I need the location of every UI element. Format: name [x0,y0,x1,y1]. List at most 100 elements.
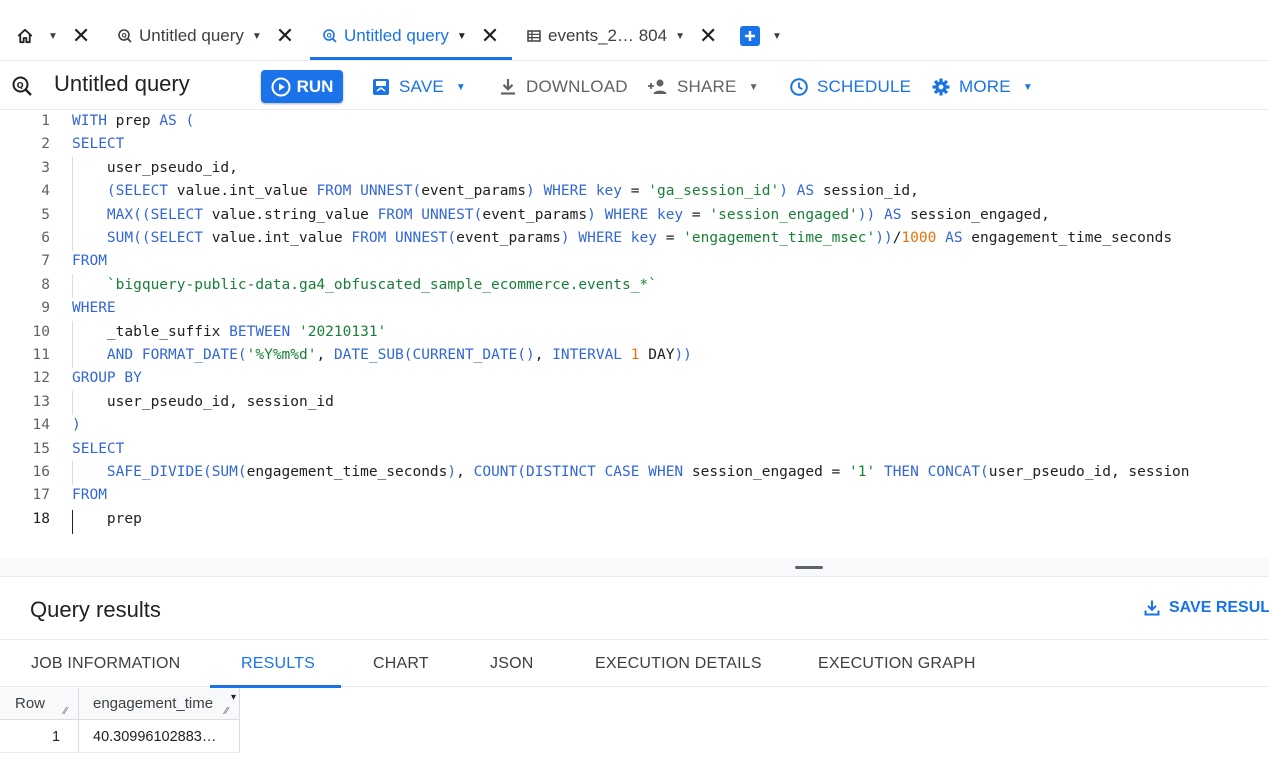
code-line[interactable]: 18 prep [0,508,1269,534]
tab-json[interactable]: JSON [490,655,533,673]
close-icon[interactable]: ✕ [481,25,499,47]
sort-menu-icon[interactable]: ▾ [231,692,236,703]
line-number: 9 [41,300,50,317]
code-token: key [630,230,657,246]
chevron-down-icon[interactable]: ▼ [675,31,685,42]
column-resize-icon[interactable]: ⁄⁄ [225,706,228,717]
code-line[interactable]: 13 user_pseudo_id, session_id [0,390,1269,415]
code-token: value.int_value [168,183,317,200]
line-number: 7 [41,253,50,270]
code-text: FROM [72,250,107,273]
code-token: 'engagement_time_msec' [683,230,876,246]
code-token: SELECT [150,206,203,223]
tab-job-information[interactable]: JOB INFORMATION [31,655,180,673]
gear-icon [932,78,950,96]
sql-editor[interactable]: 1 WITH prep AS (2 SELECT 3 user_pseudo_id, 4… [0,110,1269,558]
code-line[interactable]: 15 SELECT [0,438,1269,461]
code-token: DISTINCT [526,464,596,480]
code-text: prep [72,508,142,531]
add-icon [740,26,760,46]
code-token: `bigquery-public-data.ga4_obfuscated_sam… [106,276,657,293]
schedule-button[interactable]: SCHEDULE [789,71,911,103]
tab-untitled-query-2[interactable]: Q Untitled query ▼ ✕ [322,12,499,60]
tab-results[interactable]: RESULTS [241,655,315,673]
code-line[interactable]: 14) [0,414,1269,437]
code-token: CASE [604,464,640,480]
code-token: = [656,230,684,246]
code-token: MAX(( [106,206,151,223]
code-line[interactable]: 1 WITH prep AS ( [0,110,1269,133]
resize-handle[interactable] [795,566,823,569]
code-line[interactable]: 6 SUM((SELECT value.int_value FROM UNNES… [0,227,1269,251]
chevron-down-icon[interactable]: ▼ [48,31,58,42]
new-tab-button[interactable]: ▼ [740,12,782,60]
code-token: WHERE [578,230,623,246]
more-button[interactable]: MORE ▼ [931,71,1033,103]
code-line[interactable]: 4 (SELECT value.int_value FROM UNNEST(ev… [0,180,1269,205]
engagement-time-cell[interactable]: 40.30996102883… [93,724,216,750]
code-token: SELECT [72,440,125,457]
code-line[interactable]: 10 _table_suffix BETWEEN '20210131' [0,320,1269,345]
chevron-down-icon[interactable]: ▼ [772,31,782,42]
tab-label: Untitled query [344,26,449,45]
line-number: 2 [41,136,50,153]
tab-chart[interactable]: CHART [373,655,429,673]
close-icon[interactable]: ✕ [699,25,717,47]
code-token: key [656,206,684,223]
code-token: UNNEST( [360,183,422,200]
code-line[interactable]: 16 SAFE_DIVIDE(SUM(engagement_time_secon… [0,461,1269,485]
code-token: event_params [421,183,526,200]
chevron-down-icon[interactable]: ▼ [252,31,262,42]
code-token: )) [674,347,692,363]
code-text: WITH prep AS ( [72,110,194,133]
code-text: WHERE [72,297,116,320]
code-line[interactable]: 7 FROM [0,250,1269,273]
close-icon[interactable]: ✕ [72,25,90,47]
editor-bottom-strip [0,558,1269,576]
code-line[interactable]: 12 GROUP BY [0,367,1269,390]
save-button[interactable]: SAVE ▼ [371,71,466,103]
code-token: 1 [630,347,640,363]
tab-untitled-query-1[interactable]: Q Untitled query ▼ ✕ [117,12,294,60]
code-token: SAFE_DIVIDE( [106,464,212,480]
code-token: BETWEEN [229,323,291,340]
close-icon[interactable]: ✕ [276,25,294,47]
code-text: SELECT [72,438,124,461]
download-icon [1144,600,1160,616]
save-results-button[interactable]: SAVE RESULT [1143,599,1269,617]
line-number: 5 [41,206,50,223]
line-number: 1 [41,113,50,129]
share-button[interactable]: SHARE ▼ [647,71,759,103]
column-header-engagement-time[interactable]: engagement_time [93,688,213,720]
tab-execution-details[interactable]: EXECUTION DETAILS [595,655,762,673]
code-token: session_id, [814,183,919,200]
code-token: WHERE [543,183,588,200]
line-number: 4 [41,183,50,200]
code-line[interactable]: 9 WHERE [0,297,1269,320]
code-line[interactable]: 11 AND FORMAT_DATE('%Y%m%d', DATE_SUB(CU… [0,344,1269,368]
tab-execution-graph[interactable]: EXECUTION GRAPH [818,655,976,673]
run-button[interactable]: RUN [261,70,343,103]
code-line[interactable]: 3 user_pseudo_id, [0,156,1269,181]
code-token: WHERE [604,206,649,223]
home-tab[interactable]: ▼ ✕ [16,12,90,60]
code-token: )) [857,206,876,223]
code-line[interactable]: 2 SELECT [0,133,1269,156]
code-token: , [316,347,334,363]
chevron-down-icon[interactable]: ▼ [457,31,467,42]
column-resize-icon[interactable]: ⁄⁄ [64,706,67,717]
tab-events-table[interactable]: events_2… 804 ▼ ✕ [526,12,717,60]
line-number: 12 [32,370,50,387]
code-line[interactable]: 5 MAX((SELECT value.string_value FROM UN… [0,203,1269,228]
table-icon [527,30,541,42]
download-icon [501,79,515,95]
code-line[interactable]: 8 `bigquery-public-data.ga4_obfuscated_s… [0,273,1269,298]
code-token: CURRENT_DATE() [412,347,535,363]
code-line[interactable]: 17 FROM [0,484,1269,507]
download-button[interactable]: DOWNLOAD [498,71,628,103]
